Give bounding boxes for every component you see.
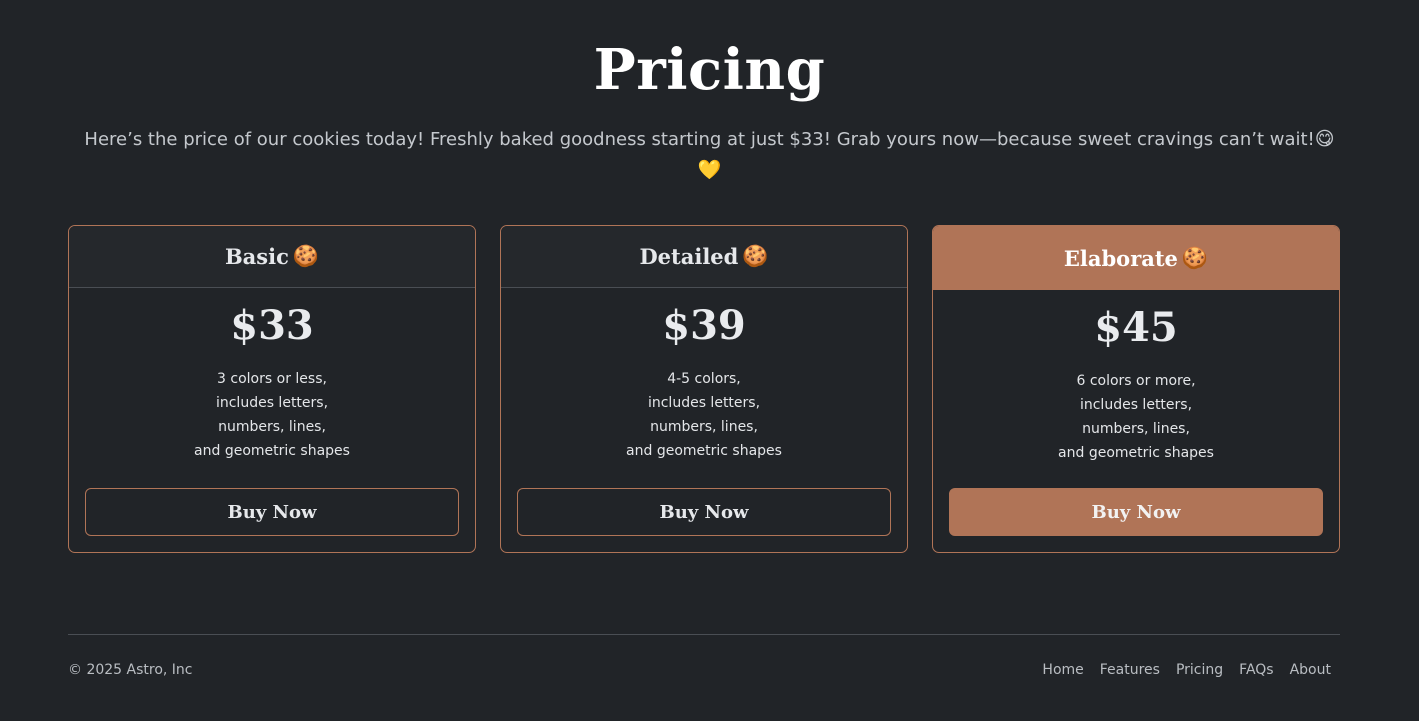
plan-price: $33 <box>230 302 314 349</box>
plan-name: Elaborate <box>1063 245 1178 271</box>
pricing-cards: Basic 🍪 $33 3 colors or less, includes l… <box>68 225 1340 553</box>
plan-feature: includes letters, <box>647 395 761 411</box>
plan-feature: numbers, lines, <box>218 419 326 435</box>
plan-feature: 6 colors or more, <box>1076 373 1196 389</box>
cookie-icon: 🍪 <box>1181 245 1209 270</box>
footer-nav: Home Features Pricing FAQs About <box>1042 659 1331 681</box>
plan-header: Detailed 🍪 <box>501 226 907 288</box>
yellow-heart-emoji-icon: 💛 <box>697 159 722 181</box>
plan-feature: numbers, lines, <box>1082 421 1190 437</box>
plan-feature: and geometric shapes <box>626 443 782 459</box>
footer-link-home[interactable]: Home <box>1042 659 1083 681</box>
pricing-page: Pricing Here’s the price of our cookies … <box>0 0 1419 721</box>
plan-price: $39 <box>662 302 746 349</box>
plan-card-elaborate: Elaborate 🍪 $45 6 colors or more, includ… <box>932 225 1340 553</box>
plan-card-basic: Basic 🍪 $33 3 colors or less, includes l… <box>68 225 476 553</box>
plan-name: Detailed <box>639 244 739 269</box>
yum-face-emoji-icon: 😋 <box>1314 128 1335 150</box>
plan-feature: includes letters, <box>215 395 329 411</box>
plan-features: 6 colors or more, includes letters, numb… <box>933 369 1339 465</box>
plan-feature: and geometric shapes <box>194 443 350 459</box>
cookie-icon: 🍪 <box>292 244 320 268</box>
plan-features: 3 colors or less, includes letters, numb… <box>69 367 475 463</box>
plan-feature: and geometric shapes <box>1058 445 1214 461</box>
footer-link-pricing[interactable]: Pricing <box>1176 659 1223 681</box>
footer-link-about[interactable]: About <box>1290 659 1331 681</box>
cookie-icon: 🍪 <box>742 244 769 268</box>
plan-features: 4-5 colors, includes letters, numbers, l… <box>501 367 907 463</box>
buy-now-button-detailed[interactable]: Buy Now <box>517 488 891 536</box>
footer-link-features[interactable]: Features <box>1100 659 1160 681</box>
plan-header: Basic 🍪 <box>69 226 475 288</box>
buy-now-button-basic[interactable]: Buy Now <box>85 488 459 536</box>
footer-divider <box>68 634 1340 635</box>
page-title: Pricing <box>593 37 826 103</box>
pricing-subtitle: Here’s the price of our cookies today! F… <box>80 124 1339 186</box>
subtitle-text: Here’s the price of our cookies today! F… <box>84 129 1315 150</box>
copyright-text: © 2025 Astro, Inc <box>68 662 193 678</box>
footer-link-faqs[interactable]: FAQs <box>1239 659 1273 681</box>
plan-feature: 3 colors or less, <box>217 371 327 387</box>
plan-price: $45 <box>1094 304 1178 351</box>
plan-header: Elaborate 🍪 <box>933 226 1339 290</box>
plan-feature: includes letters, <box>1079 397 1193 413</box>
plan-card-detailed: Detailed 🍪 $39 4-5 colors, includes lett… <box>500 225 908 553</box>
plan-feature: numbers, lines, <box>650 419 758 435</box>
plan-feature: 4-5 colors, <box>667 371 741 387</box>
buy-now-button-elaborate[interactable]: Buy Now <box>949 488 1323 536</box>
plan-name: Basic <box>224 244 289 269</box>
